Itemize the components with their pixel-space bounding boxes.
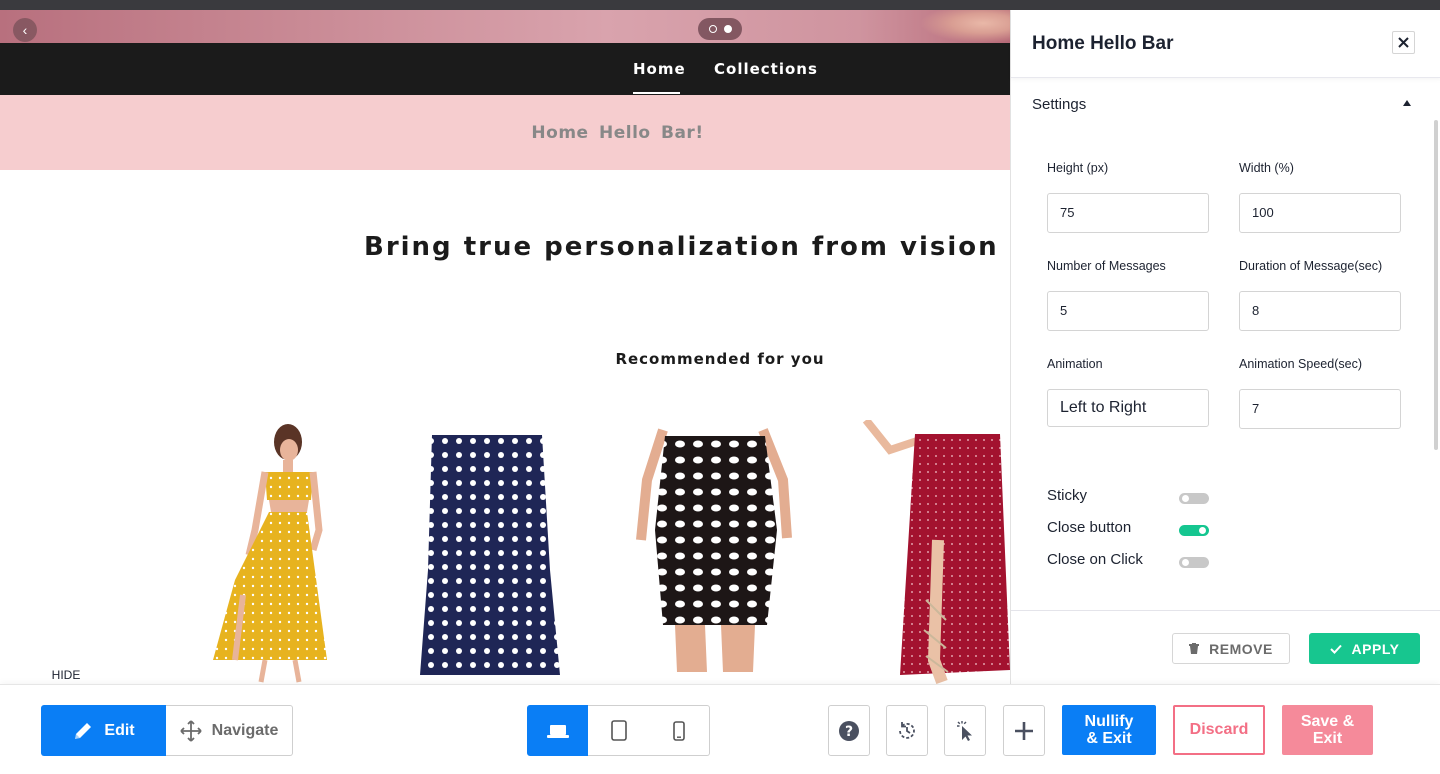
message-duration-input[interactable]: 8	[1239, 291, 1401, 331]
red-polka-dot-wrap-skirt-image	[862, 420, 1010, 685]
move-arrows-icon	[180, 719, 202, 742]
panel-scrollbar[interactable]	[1434, 120, 1438, 450]
toggle-knob	[1182, 559, 1189, 566]
mobile-icon	[673, 720, 685, 741]
nullify-label-line2: & Exit	[1086, 730, 1132, 747]
history-icon	[899, 721, 915, 739]
laptop-icon	[547, 724, 569, 738]
panel-header: Home Hello Bar	[1011, 10, 1440, 78]
edit-mode-button[interactable]: Edit	[41, 705, 166, 756]
pencil-icon	[75, 722, 92, 739]
help-button[interactable]: ?	[828, 705, 870, 756]
trash-icon	[1189, 643, 1200, 654]
hide-toolbar-tab[interactable]: HIDE	[40, 664, 92, 686]
height-input[interactable]: 75	[1047, 193, 1209, 233]
close-button-toggle[interactable]	[1179, 525, 1209, 536]
black-polka-dot-pencil-skirt-image	[636, 420, 792, 672]
nav-active-underline	[633, 92, 680, 94]
messages-count-label: Number of Messages	[1047, 259, 1166, 273]
width-input[interactable]: 100	[1239, 193, 1401, 233]
plus-icon	[1015, 721, 1033, 740]
headline-area: Bring true personalization from vision t…	[0, 170, 1010, 290]
panel-footer: REMOVE APPLY	[1011, 610, 1440, 684]
product-navy-skirt[interactable]	[410, 420, 570, 685]
nav-home-link[interactable]: Home	[633, 60, 686, 78]
animation-speed-input[interactable]: 7	[1239, 389, 1401, 429]
settings-section-toggle[interactable]: Settings	[1011, 80, 1437, 128]
panel-title: Home Hello Bar	[1032, 33, 1174, 54]
width-label: Width (%)	[1239, 161, 1294, 175]
messages-count-input[interactable]: 5	[1047, 291, 1209, 331]
product-red-skirt[interactable]	[860, 420, 1010, 685]
toggle-knob	[1199, 527, 1206, 534]
navigate-label: Navigate	[211, 721, 279, 739]
tablet-view-button[interactable]	[588, 705, 650, 756]
carousel-prev-icon[interactable]: ‹	[13, 18, 37, 42]
remove-label: REMOVE	[1209, 640, 1273, 657]
carousel-dots	[698, 18, 742, 40]
navy-polka-dot-skirt-image	[420, 435, 560, 675]
save-label-line2: Exit	[1312, 730, 1343, 747]
hero-model-image	[920, 10, 1010, 43]
toggle-knob	[1182, 495, 1189, 502]
discard-button[interactable]: Discard	[1173, 705, 1265, 755]
apply-label: APPLY	[1351, 640, 1400, 657]
mobile-view-button[interactable]	[649, 705, 710, 756]
apply-button[interactable]: APPLY	[1309, 633, 1420, 664]
nullify-label-line1: Nullify	[1084, 713, 1134, 730]
sticky-label: Sticky	[1047, 487, 1088, 504]
nav-collections-link[interactable]: Collections	[714, 60, 818, 78]
sticky-toggle[interactable]	[1179, 493, 1209, 504]
check-icon	[1329, 644, 1342, 654]
svg-text:?: ?	[845, 724, 853, 740]
settings-panel: Home Hello Bar Settings Height (px) Widt…	[1010, 10, 1440, 684]
message-duration-label: Duration of Message(sec)	[1239, 259, 1383, 273]
edit-label: Edit	[104, 721, 135, 739]
close-on-click-label: Close on Click	[1047, 551, 1143, 568]
close-on-click-toggle[interactable]	[1179, 557, 1209, 568]
element-picker-button[interactable]	[944, 705, 986, 756]
store-navigation: Home Collections	[0, 43, 1010, 95]
carousel-dot-1[interactable]	[708, 25, 717, 33]
editor-screen: ‹ Home Collections Home Hello Bar! Bring…	[0, 0, 1440, 774]
close-icon	[1398, 37, 1409, 48]
editor-toolbar: Edit Navigate ? Nullify & Exit Discard S…	[0, 684, 1440, 774]
save-label-line1: Save &	[1300, 713, 1355, 730]
browser-top-strip	[0, 0, 1440, 10]
product-black-skirt[interactable]	[635, 420, 795, 672]
history-button[interactable]	[886, 705, 928, 756]
navigate-mode-button[interactable]: Navigate	[166, 705, 293, 756]
hello-bar[interactable]: Home Hello Bar!	[0, 95, 1010, 170]
save-exit-button[interactable]: Save & Exit	[1282, 705, 1373, 755]
page-headline: Bring true personalization from vision t…	[364, 232, 1010, 262]
desktop-view-button[interactable]	[527, 705, 589, 756]
close-button-label: Close button	[1047, 519, 1132, 536]
carousel-dot-2[interactable]	[723, 25, 732, 33]
animation-speed-label: Animation Speed(sec)	[1239, 357, 1362, 371]
yellow-polka-dot-dress-image	[213, 424, 327, 683]
help-icon: ?	[839, 720, 859, 741]
caret-up-icon	[1403, 100, 1411, 106]
close-panel-button[interactable]	[1392, 31, 1415, 54]
remove-button[interactable]: REMOVE	[1172, 633, 1290, 664]
animation-label: Animation	[1047, 357, 1103, 371]
animation-select[interactable]: Left to Right	[1047, 389, 1209, 427]
product-yellow-dress[interactable]	[195, 420, 355, 685]
tablet-icon	[610, 720, 627, 741]
cursor-click-icon	[957, 720, 972, 741]
add-element-button[interactable]	[1003, 705, 1045, 756]
height-label: Height (px)	[1047, 161, 1109, 175]
settings-section-title: Settings	[1032, 96, 1087, 113]
hero-banner: ‹	[0, 10, 1010, 43]
nullify-exit-button[interactable]: Nullify & Exit	[1062, 705, 1156, 755]
